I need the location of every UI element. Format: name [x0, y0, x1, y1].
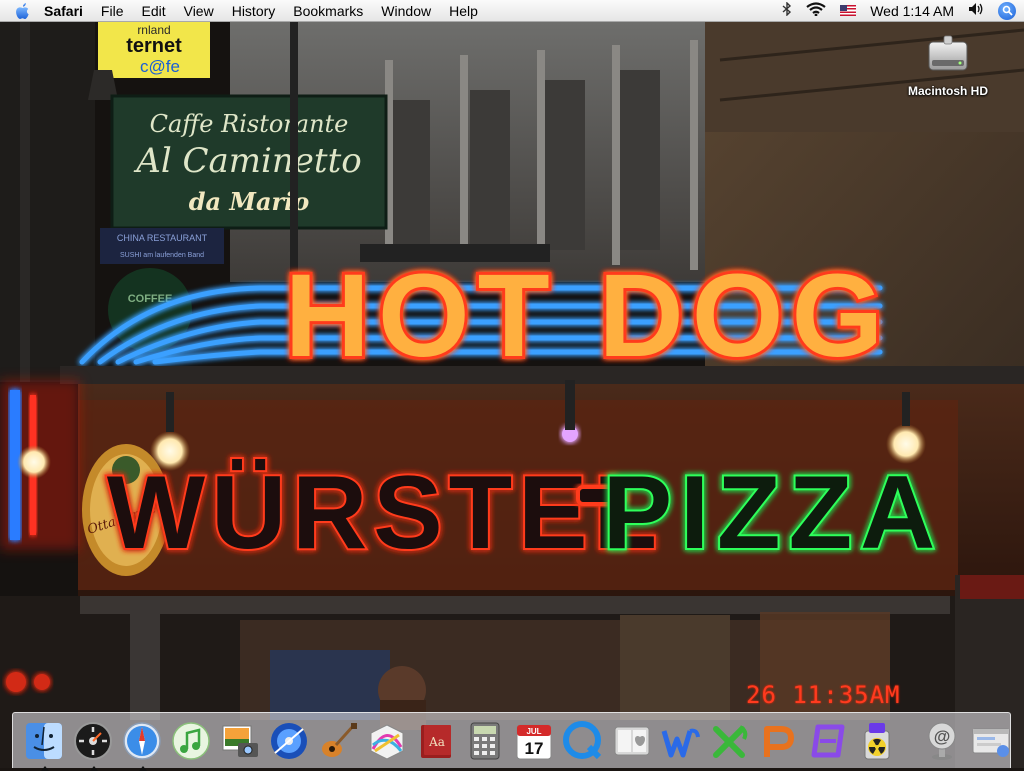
- sign-pizza: PIZZA: [603, 455, 943, 571]
- sign-sushi: SUSHI am laufenden Band: [120, 252, 204, 259]
- apple-menu-icon[interactable]: [12, 0, 34, 22]
- menu-edit[interactable]: Edit: [132, 0, 174, 22]
- bluetooth-icon[interactable]: [782, 2, 792, 19]
- excel-icon[interactable]: [710, 721, 750, 761]
- running-indicator: [139, 766, 147, 771]
- iphoto-icon[interactable]: [220, 721, 260, 761]
- finder-icon[interactable]: [24, 721, 64, 761]
- menu-app-name[interactable]: Safari: [42, 0, 92, 22]
- sign-internet: ternet: [126, 35, 182, 57]
- menu-clock[interactable]: Wed 1:14 AM: [870, 3, 954, 19]
- itunes-icon[interactable]: [171, 721, 211, 761]
- grapher-icon[interactable]: [367, 721, 407, 761]
- quicktime-icon[interactable]: [563, 721, 603, 761]
- menu-file[interactable]: File: [92, 0, 133, 22]
- photo-timestamp: 26 11:35AM: [746, 681, 901, 709]
- sign-al-caminetto: Al Caminetto: [133, 141, 361, 181]
- us-flag-icon[interactable]: [840, 5, 856, 16]
- mail-at-icon[interactable]: @: [922, 721, 962, 761]
- desktop-icon-label: Macintosh HD: [896, 84, 1000, 98]
- sign-china-restaurant: CHINA RESTAURANT: [117, 233, 208, 243]
- ical-day: 17: [524, 739, 543, 758]
- hard-drive-icon: [926, 32, 970, 76]
- calculator-icon[interactable]: [465, 721, 505, 761]
- trash-icon[interactable]: [1020, 721, 1024, 761]
- menu-help[interactable]: Help: [440, 0, 487, 22]
- word-icon[interactable]: [661, 721, 701, 761]
- dictionary-icon[interactable]: Aa: [416, 721, 456, 761]
- menu-bar: Safari File Edit View History Bookmarks …: [0, 0, 1024, 22]
- ical-icon[interactable]: JUL 17: [514, 721, 554, 761]
- svg-text:@: @: [933, 727, 950, 746]
- menu-window[interactable]: Window: [372, 0, 440, 22]
- sign-caffe-ristorante: Caffe Ristorante: [150, 110, 349, 138]
- menu-extras: Wed 1:14 AM: [775, 0, 1024, 22]
- running-indicator: [41, 766, 49, 771]
- radioactive-icon[interactable]: [857, 721, 897, 761]
- volume-icon[interactable]: [968, 2, 984, 19]
- desktop-icon-macintosh-hd[interactable]: Macintosh HD: [896, 32, 1000, 98]
- ical-month: JUL: [526, 727, 541, 736]
- bootcamp-icon[interactable]: [612, 721, 652, 761]
- sign-hot-dog: HOT DOG: [285, 250, 892, 382]
- svg-text:Aa: Aa: [428, 735, 445, 749]
- wifi-icon[interactable]: [806, 2, 826, 19]
- powerpoint-icon[interactable]: [759, 721, 799, 761]
- menu-history[interactable]: History: [223, 0, 285, 22]
- menu-bookmarks[interactable]: Bookmarks: [284, 0, 372, 22]
- entourage-icon[interactable]: [808, 721, 848, 761]
- desktop-wallpaper: rnland ternet c@fe Caffe Ristorante Al C…: [0, 0, 1024, 768]
- downloads-icon[interactable]: [971, 721, 1011, 761]
- spotlight-icon[interactable]: [998, 2, 1016, 20]
- safari-icon[interactable]: [122, 721, 162, 761]
- menu-view[interactable]: View: [175, 0, 223, 22]
- idvd-icon[interactable]: [269, 721, 309, 761]
- sign-cafe-at: c@fe: [140, 57, 180, 76]
- running-indicator: [90, 766, 98, 771]
- sign-wurstel: WÜRSTEL: [107, 455, 663, 571]
- dashboard-icon[interactable]: [73, 721, 113, 761]
- garageband-icon[interactable]: [318, 721, 358, 761]
- dock: Aa JUL 17 @: [12, 712, 1011, 768]
